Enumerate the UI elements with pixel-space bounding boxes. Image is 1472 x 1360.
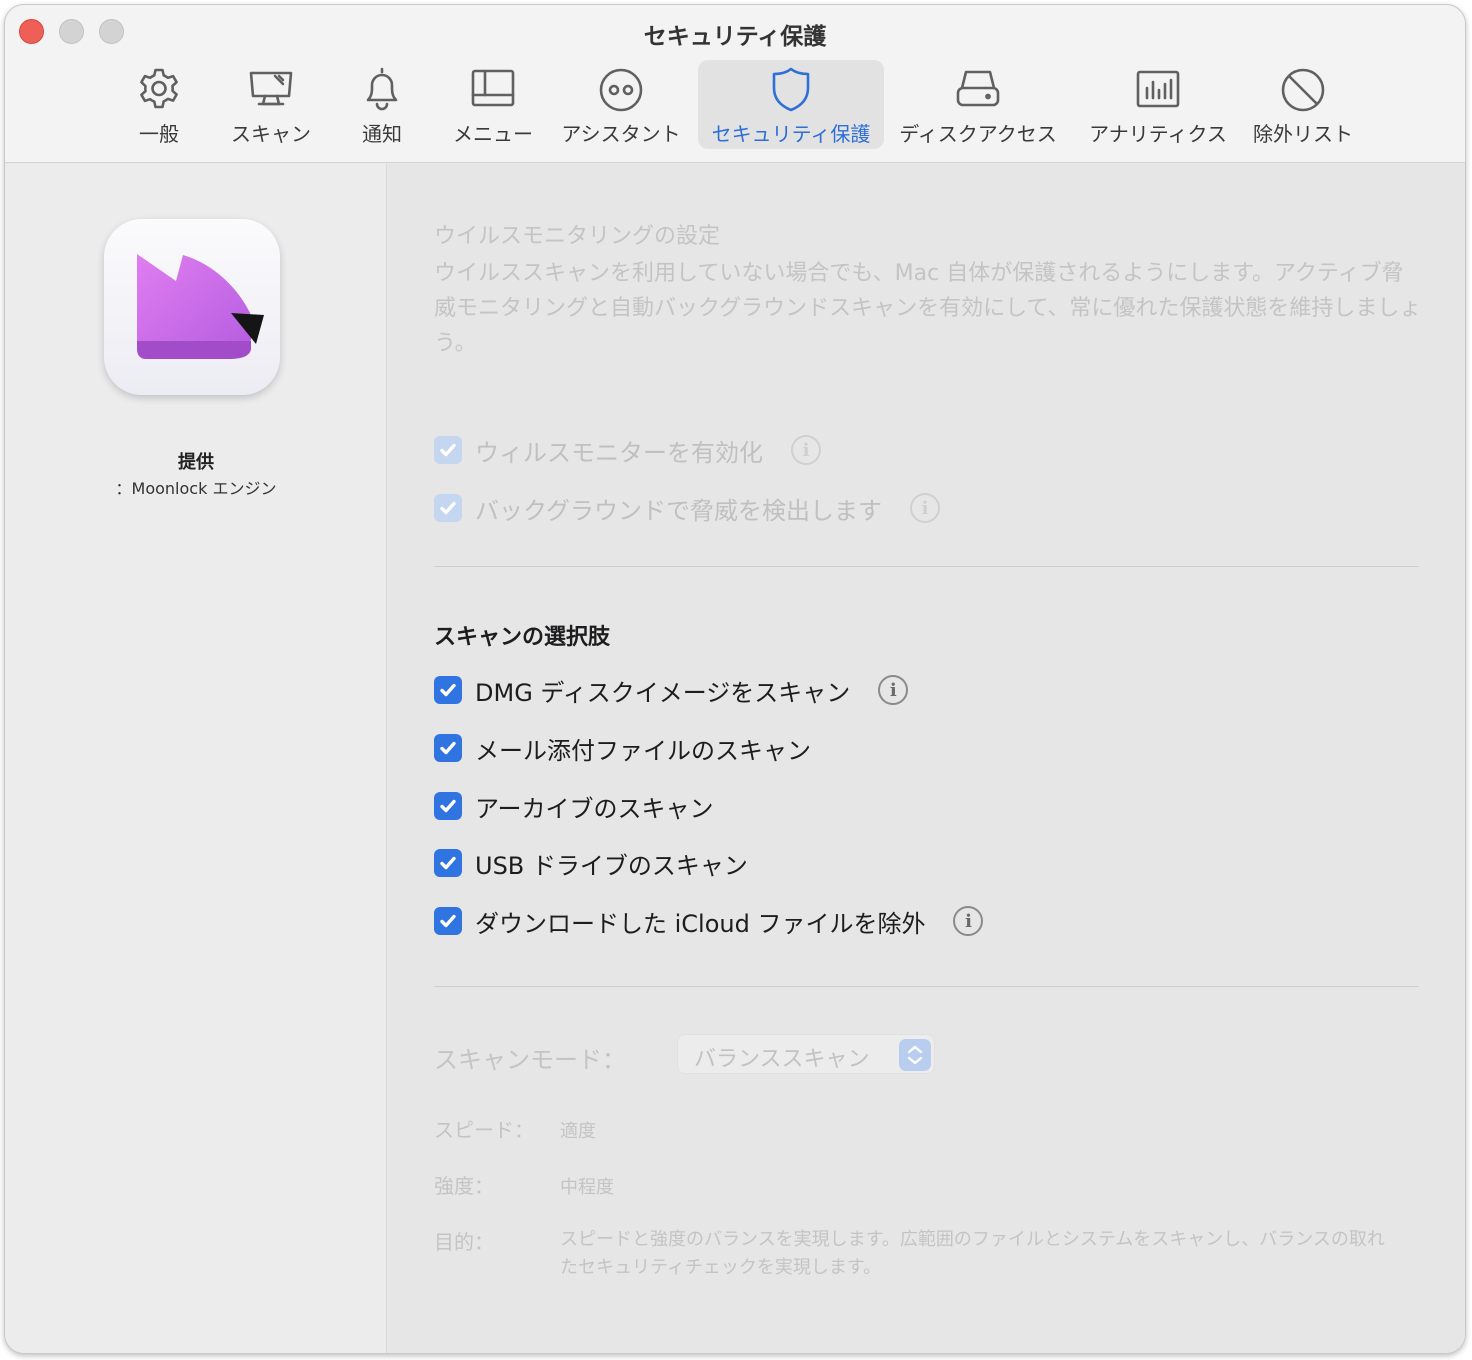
- scan-dmg-checkbox[interactable]: [434, 676, 462, 704]
- tab-label: アシスタント: [561, 122, 681, 146]
- checkbox-label[interactable]: DMG ディスクイメージをスキャン: [475, 673, 850, 708]
- info-icon: i: [910, 493, 941, 523]
- tab-label: アナリティクス: [1089, 122, 1227, 146]
- tab-scan[interactable]: スキャン: [221, 60, 321, 149]
- enable-virus-monitor-checkbox: [434, 436, 462, 464]
- checkbox-label[interactable]: メール添付ファイルのスキャン: [475, 731, 811, 766]
- speed-label: スピード：: [434, 1118, 534, 1142]
- scan-mode-value: バランススキャン: [694, 1047, 870, 1072]
- purpose-label: 目的：: [434, 1230, 494, 1254]
- provided-by-label: 提供: [178, 452, 214, 473]
- scan-mail-attachments-option: メール添付ファイルのスキャン: [434, 731, 811, 766]
- scan-options-title: スキャンの選択肢: [434, 625, 611, 650]
- tab-security-protection[interactable]: セキュリティ保護: [698, 60, 884, 149]
- scan-mode-label: スキャンモード：: [434, 1046, 626, 1074]
- scan-dmg-option: DMG ディスクイメージをスキャン i: [434, 673, 909, 708]
- scan-archives-checkbox[interactable]: [434, 792, 462, 820]
- toolbar: セキュリティ保護 一般 スキャン 通知 メニュー アシスタント セキュリティ保護…: [5, 5, 1465, 163]
- background-threat-detection-option: バックグラウンドで脅威を検出します i: [434, 492, 941, 525]
- disk-drive-icon: [952, 64, 1004, 116]
- menu-window-icon: [467, 64, 519, 116]
- bar-chart-icon: [1132, 64, 1184, 116]
- tab-menu[interactable]: メニュー: [441, 60, 545, 149]
- scan-mode-select: バランススキャン: [677, 1034, 935, 1074]
- tab-disk-access[interactable]: ディスクアクセス: [895, 60, 1061, 149]
- window-title: セキュリティ保護: [643, 24, 827, 50]
- moonlock-logo-icon: [104, 219, 280, 395]
- tab-label: ディスクアクセス: [899, 122, 1057, 146]
- exclude-icloud-files-checkbox[interactable]: [434, 907, 462, 935]
- tab-label: スキャン: [231, 122, 311, 146]
- tab-label: 通知: [362, 122, 402, 146]
- virus-monitoring-description: ウイルススキャンを利用していない場合でも、Mac 自体が保護されるようにします。…: [434, 261, 1422, 356]
- info-icon: i: [791, 435, 821, 465]
- strength-label: 強度：: [434, 1174, 494, 1198]
- speed-value: 適度: [560, 1121, 596, 1142]
- exclude-icloud-files-option: ダウンロードした iCloud ファイルを除外 i: [434, 904, 984, 939]
- checkbox-label: ウィルスモニターを有効化: [475, 438, 763, 467]
- checkbox-label[interactable]: USB ドライブのスキャン: [475, 846, 748, 881]
- tab-label: 除外リスト: [1253, 122, 1353, 146]
- info-icon[interactable]: i: [878, 675, 909, 705]
- scan-mail-attachments-checkbox[interactable]: [434, 734, 462, 762]
- divider: [434, 986, 1419, 987]
- chevron-up-down-icon: [899, 1039, 931, 1071]
- prohibited-icon: [1277, 64, 1329, 116]
- tab-label: セキュリティ保護: [711, 122, 871, 146]
- background-threat-detection-checkbox: [434, 494, 462, 522]
- monitor-scan-icon: [245, 64, 297, 116]
- tab-general[interactable]: 一般: [113, 60, 205, 149]
- preferences-window: セキュリティ保護 一般 スキャン 通知 メニュー アシスタント セキュリティ保護…: [4, 4, 1466, 1354]
- scan-usb-drives-checkbox[interactable]: [434, 849, 462, 877]
- purpose-description: スピードと強度のバランスを実現します。広範囲のファイルとシステムをスキャンし、バ…: [560, 1229, 1385, 1278]
- tab-exclusion-list[interactable]: 除外リスト: [1251, 60, 1355, 149]
- shield-icon: [765, 64, 817, 116]
- tab-assistant[interactable]: アシスタント: [557, 60, 685, 149]
- gear-icon: [133, 64, 185, 116]
- scan-usb-drives-option: USB ドライブのスキャン: [434, 846, 748, 881]
- assistant-eyes-icon: [595, 64, 647, 116]
- tab-analytics[interactable]: アナリティクス: [1085, 60, 1231, 149]
- bell-icon: [356, 64, 408, 116]
- divider: [434, 566, 1419, 567]
- enable-virus-monitor-option: ウィルスモニターを有効化 i: [434, 434, 821, 467]
- tab-label: メニュー: [453, 122, 533, 146]
- sidebar: 提供 ：Moonlock エンジン: [5, 164, 387, 1353]
- checkbox-label: バックグラウンドで脅威を検出します: [475, 496, 883, 525]
- tab-label: 一般: [139, 122, 179, 146]
- scan-archives-option: アーカイブのスキャン: [434, 789, 714, 824]
- virus-monitoring-title: ウイルスモニタリングの設定: [434, 224, 721, 249]
- settings-panel: ウイルスモニタリングの設定 ウイルススキャンを利用していない場合でも、Mac 自…: [388, 164, 1465, 1353]
- checkbox-label[interactable]: ダウンロードした iCloud ファイルを除外: [475, 904, 925, 939]
- checkbox-label[interactable]: アーカイブのスキャン: [475, 789, 714, 824]
- tab-notifications[interactable]: 通知: [339, 60, 425, 149]
- engine-name: ：Moonlock エンジン: [115, 479, 277, 498]
- strength-value: 中程度: [560, 1177, 614, 1198]
- info-icon[interactable]: i: [953, 906, 984, 936]
